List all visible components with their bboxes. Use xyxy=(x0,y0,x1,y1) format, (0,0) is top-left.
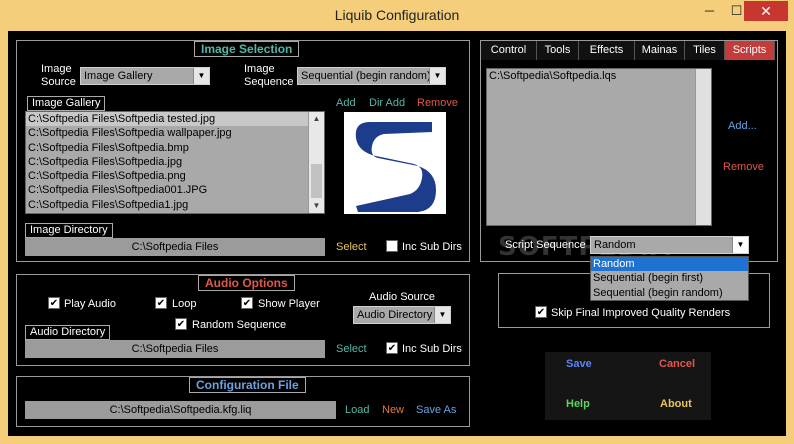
window-title: Liquib Configuration xyxy=(334,7,460,23)
image-sequence-value: Sequential (begin random) xyxy=(301,70,431,82)
configuration-file-legend: Configuration File xyxy=(189,377,306,393)
gallery-scrollbar[interactable]: ▲ ▼ xyxy=(308,112,324,213)
audio-options-legend: Audio Options xyxy=(198,275,295,291)
gallery-add-button[interactable]: Add xyxy=(336,97,356,109)
image-source-select[interactable]: Image Gallery ▼ xyxy=(80,67,210,85)
gallery-remove-button[interactable]: Remove xyxy=(417,97,458,109)
scroll-down-icon[interactable]: ▼ xyxy=(309,199,324,213)
chevron-down-icon[interactable]: ▼ xyxy=(434,307,450,323)
tab-tiles[interactable]: Tiles xyxy=(685,41,725,60)
tab-effects[interactable]: Effects xyxy=(579,41,635,60)
list-item[interactable]: C:\Softpedia Files\Softpedia001.JPG xyxy=(26,183,324,197)
image-inc-sub-dirs-label: Inc Sub Dirs xyxy=(402,241,462,253)
scroll-up-icon[interactable]: ▲ xyxy=(309,112,324,126)
chevron-down-icon[interactable]: ▼ xyxy=(732,237,748,253)
dropdown-option-sequential-random[interactable]: Sequential (begin random) xyxy=(591,286,748,300)
image-sequence-select[interactable]: Sequential (begin random) ▼ xyxy=(297,67,446,85)
audio-inc-sub-dirs-checkbox[interactable]: ✔ xyxy=(386,342,398,354)
scripts-remove-button[interactable]: Remove xyxy=(723,161,764,173)
image-directory-label: Image Directory xyxy=(25,223,113,238)
scrollbar-thumb[interactable] xyxy=(311,164,322,198)
scripts-scrollbar[interactable] xyxy=(695,69,711,225)
window-frame-left xyxy=(0,31,8,444)
show-player-label: Show Player xyxy=(258,298,320,310)
play-audio-checkbox[interactable]: ✔ xyxy=(48,297,60,309)
chevron-down-icon[interactable]: ▼ xyxy=(429,68,445,84)
image-source-label: Image xyxy=(41,63,72,75)
play-audio-label: Play Audio xyxy=(64,298,116,310)
script-sequence-dropdown[interactable]: Random Sequential (begin first) Sequenti… xyxy=(590,256,749,301)
audio-directory-field[interactable]: C:\Softpedia Files xyxy=(25,340,325,358)
image-inc-sub-dirs-checkbox[interactable] xyxy=(386,240,398,252)
audio-directory-select-button[interactable]: Select xyxy=(336,343,367,355)
show-player-checkbox[interactable]: ✔ xyxy=(241,297,253,309)
tab-tools[interactable]: Tools xyxy=(537,41,579,60)
image-gallery-list[interactable]: C:\Softpedia Files\Softpedia tested.jpg C… xyxy=(25,111,325,214)
image-source-label-2: Source xyxy=(41,76,76,88)
list-item[interactable]: C:\Softpedia Files\Softpedia.png xyxy=(26,169,324,183)
list-item[interactable]: C:\Softpedia Files\Softpedia1.jpg xyxy=(26,198,324,212)
dropdown-option-sequential-first[interactable]: Sequential (begin first) xyxy=(591,271,748,285)
image-directory-field[interactable]: C:\Softpedia Files xyxy=(25,238,325,256)
audio-inc-sub-dirs-label: Inc Sub Dirs xyxy=(402,343,462,355)
tab-scripts[interactable]: Scripts xyxy=(725,41,775,60)
list-item[interactable]: C:\Softpedia Files\Softpedia.bmp xyxy=(26,141,324,155)
image-source-value: Image Gallery xyxy=(84,70,153,82)
image-gallery-label: Image Gallery xyxy=(27,96,106,111)
random-sequence-checkbox[interactable]: ✔ xyxy=(175,318,187,330)
audio-directory-label: Audio Directory xyxy=(25,325,111,340)
config-new-button[interactable]: New xyxy=(382,404,404,416)
config-load-button[interactable]: Load xyxy=(345,404,369,416)
chevron-down-icon[interactable]: ▼ xyxy=(193,68,209,84)
help-button[interactable]: Help xyxy=(566,398,590,410)
skip-final-renders-label: Skip Final Improved Quality Renders xyxy=(551,307,731,319)
close-button[interactable]: ✕ xyxy=(744,1,788,21)
audio-source-value: Audio Directory xyxy=(357,309,433,321)
random-sequence-label: Random Sequence xyxy=(192,319,287,331)
config-save-as-button[interactable]: Save As xyxy=(416,404,456,416)
list-item[interactable]: C:\Softpedia\Softpedia.lqs xyxy=(487,69,711,83)
list-item[interactable]: C:\Softpedia Files\Softpedia tested.jpg xyxy=(26,112,324,127)
skip-final-renders-checkbox[interactable]: ✔ xyxy=(535,306,547,318)
script-sequence-select[interactable]: Random ▼ xyxy=(590,236,749,254)
dropdown-option-random[interactable]: Random xyxy=(591,257,748,272)
minimize-button[interactable]: ─ xyxy=(696,1,723,21)
loop-checkbox[interactable]: ✔ xyxy=(155,297,167,309)
title-bar: Liquib Configuration ─ ☐ ✕ xyxy=(0,0,794,31)
image-selection-legend: Image Selection xyxy=(194,41,300,57)
audio-source-select[interactable]: Audio Directory ▼ xyxy=(353,306,451,324)
window-frame-bottom xyxy=(0,436,794,444)
tab-mainas[interactable]: Mainas xyxy=(635,41,685,60)
loop-label: Loop xyxy=(172,298,197,310)
window-frame-right xyxy=(786,31,794,444)
gallery-dir-add-button[interactable]: Dir Add xyxy=(369,97,405,109)
about-button[interactable]: About xyxy=(660,398,692,410)
list-item[interactable]: C:\Softpedia Files\Softpedia.jpg xyxy=(26,155,324,169)
scripts-add-button[interactable]: Add... xyxy=(728,120,757,132)
image-sequence-label: Image xyxy=(244,63,275,75)
image-directory-select-button[interactable]: Select xyxy=(336,241,367,253)
config-file-path-field[interactable]: C:\Softpedia\Softpedia.kfg.liq xyxy=(25,401,336,419)
softpedia-logo-icon xyxy=(355,122,436,212)
save-button[interactable]: Save xyxy=(566,358,592,370)
tab-control[interactable]: Control xyxy=(481,41,537,60)
script-sequence-value: Random xyxy=(594,239,636,251)
image-preview xyxy=(344,112,446,214)
script-sequence-label: Script Sequence xyxy=(505,239,586,251)
image-sequence-label-2: Sequence xyxy=(244,76,294,88)
audio-source-label: Audio Source xyxy=(369,291,436,303)
scripts-list[interactable]: C:\Softpedia\Softpedia.lqs xyxy=(486,68,712,226)
cancel-button[interactable]: Cancel xyxy=(659,358,695,370)
list-item[interactable]: C:\Softpedia Files\Softpedia wallpaper.j… xyxy=(26,126,324,140)
